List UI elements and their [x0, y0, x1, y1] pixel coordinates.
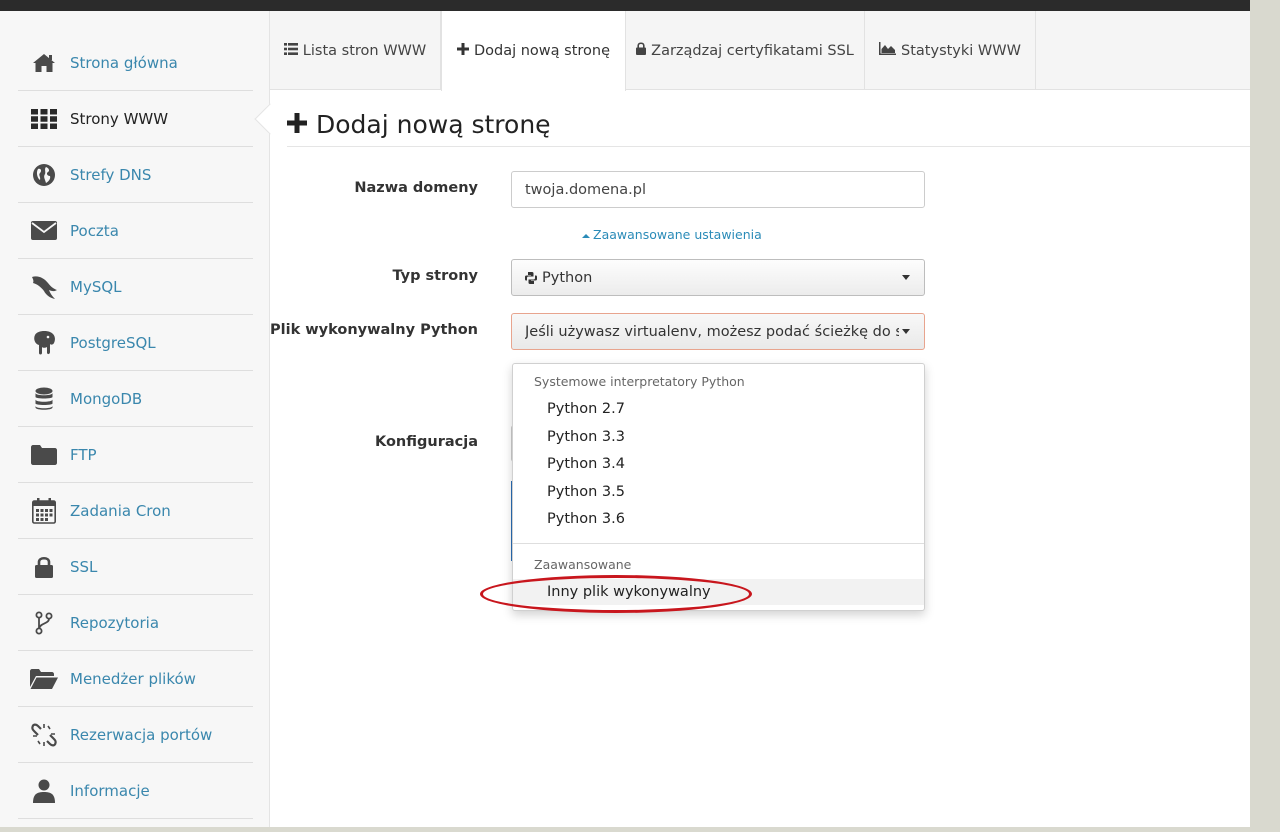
globe-icon	[18, 163, 70, 187]
sidebar-item-label: Strony WWW	[70, 109, 169, 128]
tab-certyfikaty-ssl[interactable]: Zarządzaj certyfikatami SSL	[626, 11, 865, 90]
page-title: Dodaj nową stronę	[287, 110, 551, 139]
window-bottom-edge	[0, 827, 1280, 832]
tab-label: Statystyki WWW	[901, 42, 1021, 59]
sidebar-item-label: MySQL	[70, 277, 122, 296]
caret-up-icon	[582, 227, 590, 242]
dropdown-divider	[513, 543, 924, 544]
lock-icon	[18, 556, 70, 578]
sidebar-item-repozytoria[interactable]: Repozytoria	[18, 595, 253, 651]
page-title-text: Dodaj nową stronę	[316, 110, 551, 139]
python-exec-dropdown: Systemowe interpretatory Python Python 2…	[512, 363, 925, 611]
sidebar-item-ssl[interactable]: SSL	[18, 539, 253, 595]
dropdown-option[interactable]: Python 3.4	[513, 451, 924, 477]
sidebar-item-dns[interactable]: Strefy DNS	[18, 147, 253, 203]
home-icon	[18, 53, 70, 73]
sidebar-item-label: SSL	[70, 557, 98, 576]
python-exec-value: Jeśli używasz virtualenv, możesz podać ś…	[525, 323, 899, 340]
sidebar-item-label: Zadania Cron	[70, 501, 171, 520]
tab-label: Lista stron WWW	[302, 42, 427, 59]
sidebar-item-cron[interactable]: Zadania Cron	[18, 483, 253, 539]
domain-input[interactable]: twoja.domena.pl	[511, 171, 925, 208]
dropdown-option[interactable]: Python 3.3	[513, 424, 924, 450]
sidebar-item-mysql[interactable]: MySQL	[18, 259, 253, 315]
list-icon	[283, 42, 298, 59]
sidebar-item-informacje[interactable]: Informacje	[18, 763, 253, 819]
user-icon	[18, 779, 70, 803]
sidebar-item-port-reservation[interactable]: Rezerwacja portów	[18, 707, 253, 763]
site-type-label: Typ strony	[392, 268, 479, 284]
site-type-value: Python	[542, 269, 593, 286]
sidebar-item-label: Rezerwacja portów	[70, 725, 213, 744]
advanced-settings-label: Zaawansowane ustawienia	[593, 227, 762, 242]
config-label: Konfiguracja	[374, 434, 478, 450]
sidebar-item-ftp[interactable]: FTP	[18, 427, 253, 483]
dropdown-option[interactable]: Python 2.7	[513, 396, 924, 422]
sidebar-item-label: Informacje	[70, 781, 150, 800]
sidebar-item-label: Menedżer plików	[70, 669, 196, 688]
tab-lista-stron[interactable]: Lista stron WWW	[270, 11, 441, 90]
tab-label: Zarządzaj certyfikatami SSL	[651, 42, 854, 59]
advanced-settings-link[interactable]: Zaawansowane ustawienia	[582, 227, 762, 242]
sidebar-item-strony-www[interactable]: Strony WWW	[18, 91, 253, 147]
domain-input-placeholder: twoja.domena.pl	[525, 181, 646, 198]
branch-icon	[18, 611, 70, 635]
dropdown-option[interactable]: Python 3.6	[513, 506, 924, 532]
site-type-select[interactable]: Python	[511, 259, 925, 296]
sidebar: Strona główna Strony WWW Strefy DNS Pocz…	[0, 11, 270, 827]
dropdown-group-header: Zaawansowane	[534, 557, 632, 572]
sidebar-item-mongodb[interactable]: MongoDB	[18, 371, 253, 427]
caret-down-icon	[902, 275, 910, 280]
sidebar-item-label: FTP	[70, 445, 97, 464]
title-divider	[287, 146, 1250, 147]
python-exec-label: Plik wykonywalny Python	[270, 322, 478, 338]
top-bar	[0, 0, 1250, 11]
folder-icon	[18, 444, 70, 465]
sidebar-item-label: MongoDB	[70, 389, 143, 408]
sidebar-item-home[interactable]: Strona główna	[18, 35, 253, 91]
sidebar-item-label: PostgreSQL	[70, 333, 156, 352]
dropdown-option-other-exec[interactable]: Inny plik wykonywalny	[513, 579, 924, 605]
domain-label: Nazwa domeny	[354, 180, 478, 196]
app-window: Strona główna Strony WWW Strefy DNS Pocz…	[0, 11, 1250, 827]
lock-icon	[636, 42, 647, 59]
caret-down-icon	[902, 329, 910, 334]
dolphin-icon	[18, 274, 70, 300]
tab-bar: Lista stron WWW Dodaj nową stronę Zarząd…	[270, 11, 1250, 91]
broken-link-icon	[18, 722, 70, 748]
elephant-icon	[18, 330, 70, 356]
python-exec-select[interactable]: Jeśli używasz virtualenv, możesz podać ś…	[511, 313, 925, 350]
dropdown-option[interactable]: Python 3.5	[513, 479, 924, 505]
calendar-icon	[18, 497, 70, 524]
sidebar-item-label: Strona główna	[70, 53, 178, 72]
tab-statystyki[interactable]: Statystyki WWW	[865, 11, 1036, 90]
sidebar-item-label: Poczta	[70, 221, 119, 240]
tab-label: Dodaj nową stronę	[473, 43, 611, 59]
plus-icon	[456, 43, 469, 59]
sidebar-item-file-manager[interactable]: Menedżer plików	[18, 651, 253, 707]
sidebar-item-postgresql[interactable]: PostgreSQL	[18, 315, 253, 371]
database-icon	[18, 387, 70, 411]
sidebar-item-poczta[interactable]: Poczta	[18, 203, 253, 259]
tab-dodaj-strone[interactable]: Dodaj nową stronę	[441, 11, 626, 91]
sidebar-item-label: Strefy DNS	[70, 165, 152, 184]
envelope-icon	[18, 221, 70, 240]
sidebar-item-label: Repozytoria	[70, 613, 160, 632]
grid-icon	[18, 108, 70, 129]
plus-icon	[287, 110, 307, 139]
area-chart-icon	[879, 42, 897, 59]
python-icon	[525, 271, 537, 284]
dropdown-group-header: Systemowe interpretatory Python	[534, 374, 745, 389]
folder-open-icon	[18, 668, 70, 689]
